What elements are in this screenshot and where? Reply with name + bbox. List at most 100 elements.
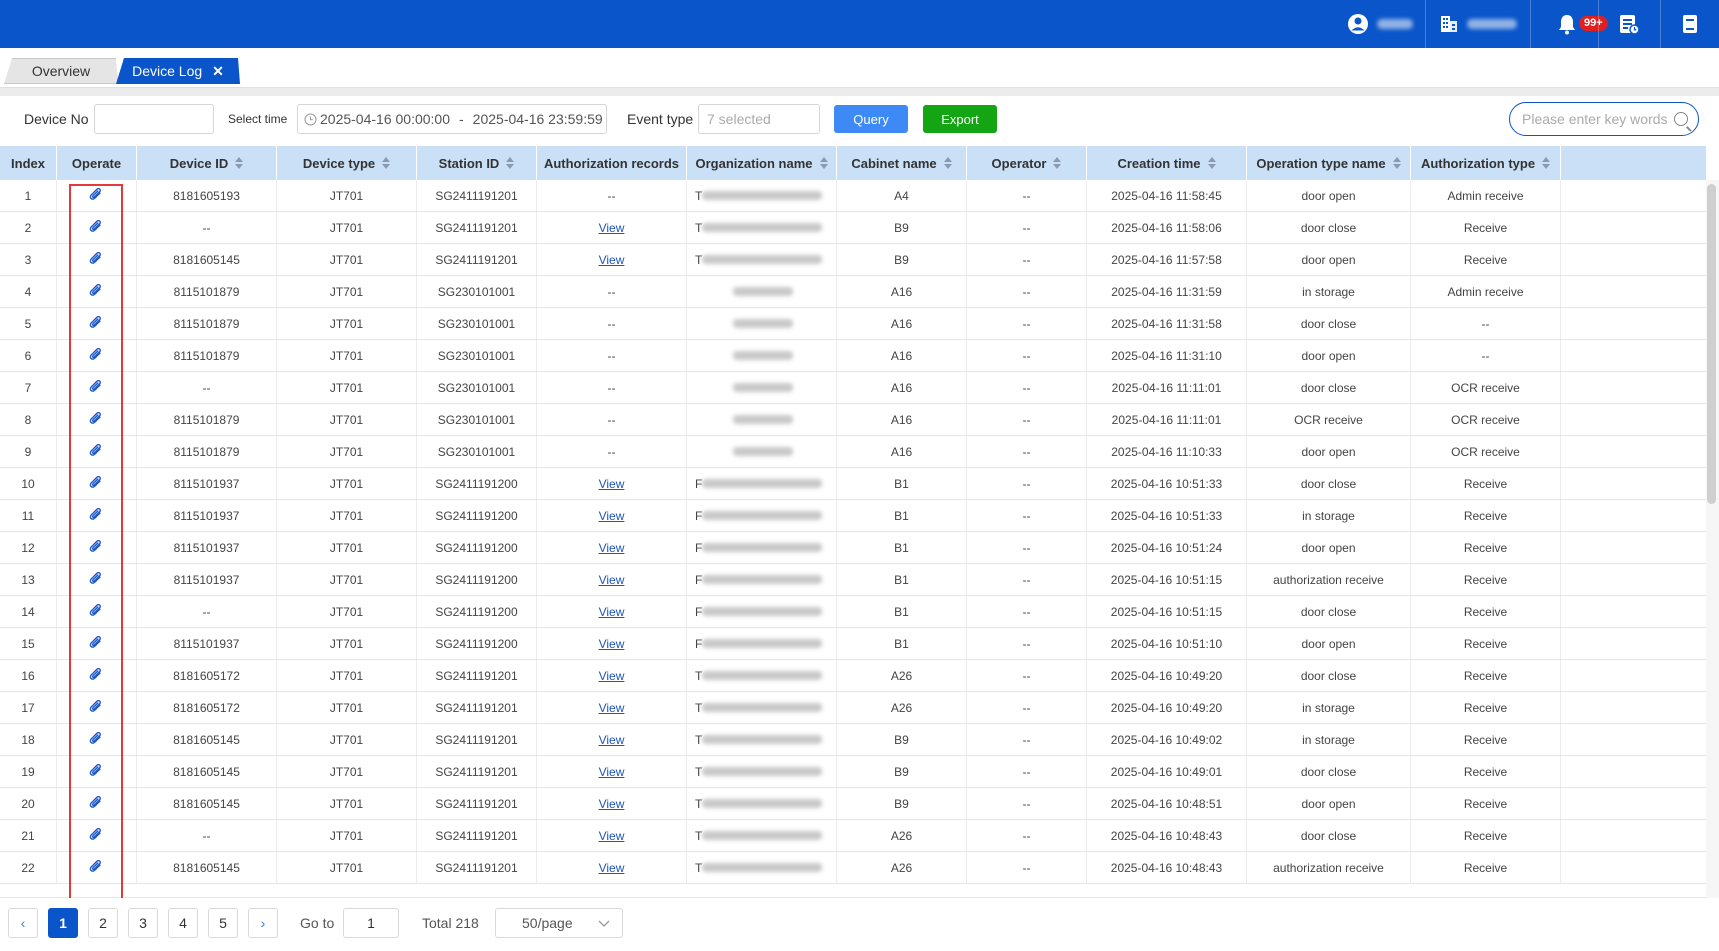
column-header[interactable]: Device type — [277, 146, 417, 180]
page-1[interactable]: 1 — [48, 908, 78, 938]
organization-name-cell: T — [687, 244, 837, 275]
view-authorization-link[interactable]: View — [537, 244, 687, 275]
attachment-icon[interactable] — [89, 443, 104, 460]
operate-cell — [57, 276, 137, 307]
sort-icon[interactable] — [235, 157, 244, 169]
notification-button[interactable]: 99+ — [1537, 0, 1608, 48]
cabinet-name-cell: B9 — [837, 756, 967, 787]
operate-cell — [57, 596, 137, 627]
operate-cell — [57, 500, 137, 531]
attachment-icon[interactable] — [89, 411, 104, 428]
authorization-records-cell: -- — [537, 404, 687, 435]
sort-icon[interactable] — [943, 157, 952, 169]
book-button[interactable] — [1661, 0, 1719, 48]
view-authorization-link[interactable]: View — [537, 692, 687, 723]
view-authorization-link[interactable]: View — [537, 500, 687, 531]
attachment-icon[interactable] — [89, 859, 104, 876]
view-authorization-link[interactable]: View — [537, 596, 687, 627]
attachment-icon[interactable] — [89, 795, 104, 812]
tab-device-log[interactable]: Device Log ✕ — [116, 58, 240, 84]
next-page-button[interactable]: › — [248, 908, 278, 938]
keyword-search-input[interactable]: Please enter key words — [1509, 102, 1699, 136]
goto-page-input[interactable]: 1 — [343, 908, 399, 938]
task-list-button[interactable] — [1600, 0, 1658, 48]
attachment-icon[interactable] — [89, 699, 104, 716]
attachment-icon[interactable] — [89, 507, 104, 524]
creation-time-cell: 2025-04-16 11:58:45 — [1087, 180, 1247, 211]
column-header[interactable]: Authorization type — [1411, 146, 1561, 180]
export-button[interactable]: Export — [923, 105, 997, 133]
column-header[interactable]: Station ID — [417, 146, 537, 180]
sort-icon[interactable] — [506, 157, 515, 169]
view-authorization-link[interactable]: View — [537, 628, 687, 659]
view-authorization-link[interactable]: View — [537, 532, 687, 563]
sort-icon[interactable] — [1542, 157, 1551, 169]
page-2[interactable]: 2 — [88, 908, 118, 938]
page-4[interactable]: 4 — [168, 908, 198, 938]
column-header[interactable]: Cabinet name — [837, 146, 967, 180]
attachment-icon[interactable] — [89, 571, 104, 588]
sort-icon[interactable] — [382, 157, 391, 169]
attachment-icon[interactable] — [89, 475, 104, 492]
view-authorization-link[interactable]: View — [537, 724, 687, 755]
station-id-cell: SG2411191200 — [417, 564, 537, 595]
page-5[interactable]: 5 — [208, 908, 238, 938]
scrollbar-thumb[interactable] — [1707, 184, 1716, 504]
attachment-icon[interactable] — [89, 251, 104, 268]
attachment-icon[interactable] — [89, 347, 104, 364]
attachment-icon[interactable] — [89, 539, 104, 556]
sort-icon[interactable] — [1207, 157, 1216, 169]
index-cell: 15 — [0, 628, 57, 659]
column-header[interactable]: Operator — [967, 146, 1087, 180]
attachment-icon[interactable] — [89, 635, 104, 652]
attachment-icon[interactable] — [89, 219, 104, 236]
attachment-icon[interactable] — [89, 283, 104, 300]
device-no-input[interactable] — [94, 104, 214, 134]
column-header[interactable]: Organization name — [687, 146, 837, 180]
sort-icon[interactable] — [819, 157, 828, 169]
user-menu[interactable] — [1340, 0, 1420, 48]
column-header[interactable]: Creation time — [1087, 146, 1247, 180]
attachment-icon[interactable] — [89, 379, 104, 396]
column-header[interactable]: Device ID — [137, 146, 277, 180]
view-authorization-link[interactable]: View — [537, 660, 687, 691]
attachment-icon[interactable] — [89, 603, 104, 620]
attachment-icon[interactable] — [89, 763, 104, 780]
organization-menu[interactable] — [1432, 0, 1524, 48]
attachment-icon[interactable] — [89, 315, 104, 332]
view-authorization-link[interactable]: View — [537, 852, 687, 883]
organization-name-text: T — [695, 860, 703, 875]
page-size-select[interactable]: 50/page — [495, 908, 623, 938]
attachment-icon[interactable] — [89, 827, 104, 844]
view-authorization-link[interactable]: View — [537, 756, 687, 787]
device-id-cell: -- — [137, 596, 277, 627]
station-id-cell: SG2411191200 — [417, 468, 537, 499]
operation-type-cell: authorization receive — [1247, 852, 1411, 883]
attachment-icon[interactable] — [89, 731, 104, 748]
view-authorization-link[interactable]: View — [537, 788, 687, 819]
view-authorization-link[interactable]: View — [537, 468, 687, 499]
page-3[interactable]: 3 — [128, 908, 158, 938]
creation-time-cell: 2025-04-16 11:31:58 — [1087, 308, 1247, 339]
cabinet-name-cell: B1 — [837, 564, 967, 595]
event-type-select[interactable]: 7 selected — [698, 104, 820, 134]
operation-type-cell: door close — [1247, 820, 1411, 851]
sort-icon[interactable] — [1053, 157, 1062, 169]
date-range-picker[interactable]: 2025-04-16 00:00:00 - 2025-04-16 23:59:5… — [297, 104, 607, 134]
sort-icon[interactable] — [1392, 157, 1401, 169]
column-header-label: Authorization records — [543, 155, 680, 171]
cabinet-name-cell: B9 — [837, 212, 967, 243]
operator-cell: -- — [967, 660, 1087, 691]
organization-name-cell — [687, 276, 837, 307]
column-header[interactable]: Operation type name — [1247, 146, 1411, 180]
attachment-icon[interactable] — [89, 667, 104, 684]
close-icon[interactable]: ✕ — [212, 63, 224, 80]
attachment-icon[interactable] — [89, 187, 104, 204]
tab-overview[interactable]: Overview — [4, 58, 118, 84]
search-icon[interactable] — [1674, 112, 1688, 126]
view-authorization-link[interactable]: View — [537, 564, 687, 595]
view-authorization-link[interactable]: View — [537, 820, 687, 851]
view-authorization-link[interactable]: View — [537, 212, 687, 243]
query-button[interactable]: Query — [834, 105, 908, 133]
prev-page-button[interactable]: ‹ — [8, 908, 38, 938]
